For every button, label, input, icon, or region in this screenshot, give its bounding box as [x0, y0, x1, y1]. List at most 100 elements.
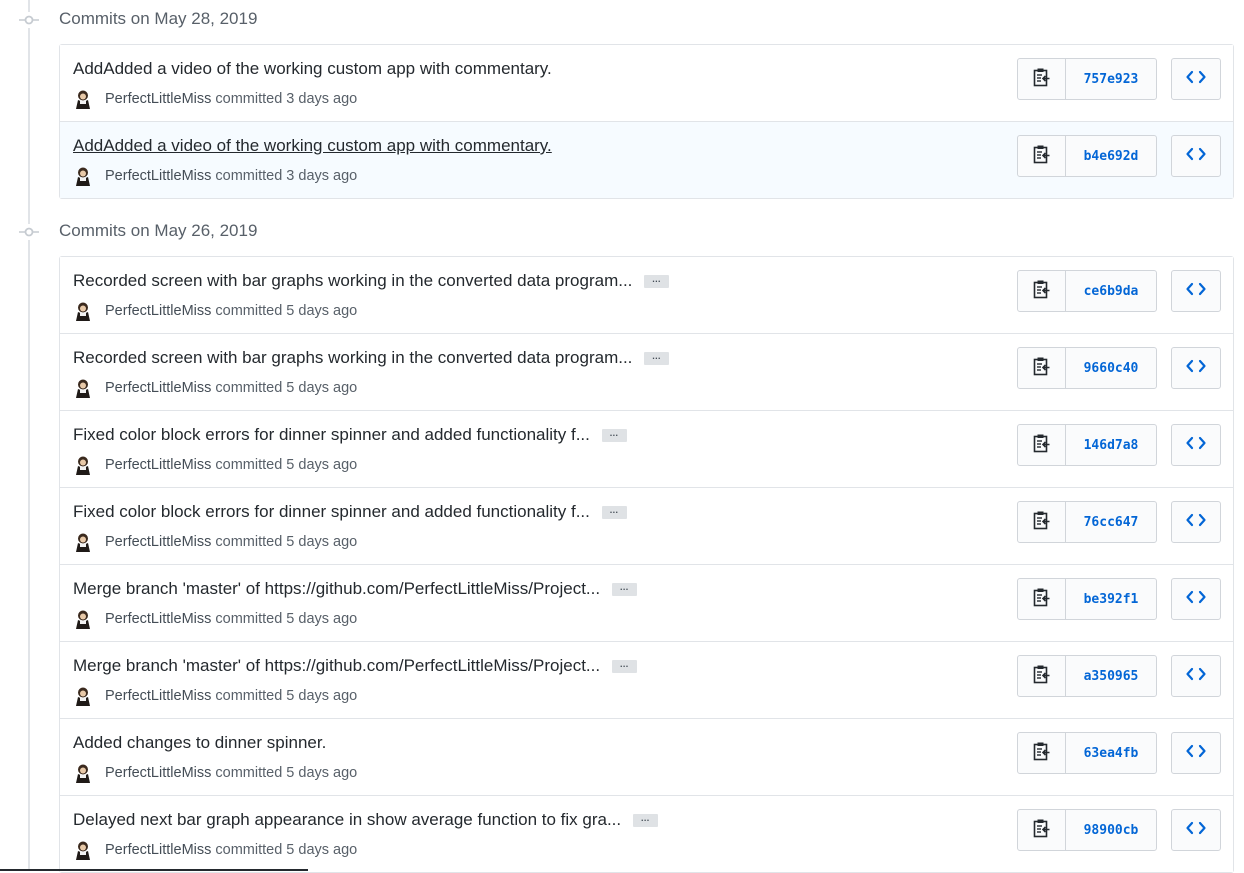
expand-message-button[interactable]: … — [644, 351, 670, 365]
browse-repo-button[interactable] — [1171, 578, 1221, 620]
group-title: Commits on May 28, 2019 — [59, 9, 258, 28]
group-title: Commits on May 26, 2019 — [59, 221, 258, 240]
copy-sha-button[interactable] — [1018, 425, 1066, 465]
avatar-icon[interactable] — [73, 686, 93, 706]
browse-repo-button[interactable] — [1171, 58, 1221, 100]
commit-action: committed — [215, 457, 283, 473]
commit-sha-link[interactable]: 9660c40 — [1066, 348, 1156, 388]
commit-row: Fixed color block errors for dinner spin… — [60, 487, 1233, 564]
commit-sha-link[interactable]: 98900cb — [1066, 810, 1156, 850]
commit-time: 5 days ago — [286, 688, 358, 704]
browse-repo-button[interactable] — [1171, 347, 1221, 389]
commit-sha-link[interactable]: 63ea4fb — [1066, 733, 1156, 773]
clippy-icon — [1033, 510, 1051, 535]
sha-button-group: 98900cb — [1017, 809, 1157, 851]
commit-author[interactable]: PerfectLittleMiss — [105, 688, 211, 704]
clippy-icon — [1033, 664, 1051, 689]
commit-meta: PerfectLittleMiss committed 5 days ago — [73, 840, 357, 860]
sha-button-group: 9660c40 — [1017, 347, 1157, 389]
commit-author[interactable]: PerfectLittleMiss — [105, 91, 211, 107]
expand-message-button[interactable]: … — [612, 582, 638, 596]
avatar-icon[interactable] — [73, 89, 93, 109]
avatar-icon[interactable] — [73, 166, 93, 186]
commit-message-link[interactable]: AddAdded a video of the working custom a… — [73, 59, 552, 79]
commit-row: Merge branch 'master' of https://github.… — [60, 641, 1233, 718]
browse-repo-button[interactable] — [1171, 501, 1221, 543]
commit-message-link[interactable]: Merge branch 'master' of https://github.… — [73, 579, 600, 599]
commit-author[interactable]: PerfectLittleMiss — [105, 303, 211, 319]
commit-row: Delayed next bar graph appearance in sho… — [60, 795, 1233, 872]
copy-sha-button[interactable] — [1018, 656, 1066, 696]
commit-author[interactable]: PerfectLittleMiss — [105, 534, 211, 550]
commit-message-link[interactable]: Fixed color block errors for dinner spin… — [73, 502, 590, 522]
browse-repo-button[interactable] — [1171, 732, 1221, 774]
commit-message-link[interactable]: Recorded screen with bar graphs working … — [73, 348, 632, 368]
expand-message-button[interactable]: … — [601, 505, 627, 519]
avatar-icon[interactable] — [73, 532, 93, 552]
copy-sha-button[interactable] — [1018, 579, 1066, 619]
code-icon — [1186, 147, 1206, 166]
copy-sha-button[interactable] — [1018, 733, 1066, 773]
commit-author[interactable]: PerfectLittleMiss — [105, 168, 211, 184]
commit-time: 3 days ago — [286, 91, 358, 107]
avatar-icon[interactable] — [73, 301, 93, 321]
commit-sha-link[interactable]: be392f1 — [1066, 579, 1156, 619]
commit-author[interactable]: PerfectLittleMiss — [105, 380, 211, 396]
expand-message-button[interactable]: … — [644, 274, 670, 288]
copy-sha-button[interactable] — [1018, 136, 1066, 176]
copy-sha-button[interactable] — [1018, 502, 1066, 542]
commit-message-link[interactable]: Delayed next bar graph appearance in sho… — [73, 810, 621, 830]
browse-repo-button[interactable] — [1171, 424, 1221, 466]
commit-sha-link[interactable]: ce6b9da — [1066, 271, 1156, 311]
commit-meta: PerfectLittleMiss committed 5 days ago — [73, 532, 357, 552]
avatar-icon[interactable] — [73, 455, 93, 475]
commit-message-link[interactable]: Merge branch 'master' of https://github.… — [73, 656, 600, 676]
commit-message-link[interactable]: Recorded screen with bar graphs working … — [73, 271, 632, 291]
commit-sha-link[interactable]: 757e923 — [1066, 59, 1156, 99]
commit-sha-link[interactable]: 146d7a8 — [1066, 425, 1156, 465]
sha-button-group: ce6b9da — [1017, 270, 1157, 312]
commit-author[interactable]: PerfectLittleMiss — [105, 842, 211, 858]
sha-button-group: 63ea4fb — [1017, 732, 1157, 774]
browse-repo-button[interactable] — [1171, 135, 1221, 177]
commit-title-row: Recorded screen with bar graphs working … — [73, 348, 670, 368]
commit-meta: PerfectLittleMiss committed 5 days ago — [73, 301, 357, 321]
commit-author[interactable]: PerfectLittleMiss — [105, 611, 211, 627]
avatar-icon[interactable] — [73, 609, 93, 629]
group-header: Commits on May 26, 2019 — [0, 212, 1244, 256]
expand-message-button[interactable]: … — [633, 813, 659, 827]
browse-repo-button[interactable] — [1171, 655, 1221, 697]
avatar-icon[interactable] — [73, 763, 93, 783]
commit-meta: PerfectLittleMiss committed 5 days ago — [73, 763, 357, 783]
commit-action: committed — [215, 380, 283, 396]
commit-meta: PerfectLittleMiss committed 5 days ago — [73, 455, 357, 475]
commit-message-link[interactable]: AddAdded a video of the working custom a… — [73, 136, 552, 156]
commit-group: Commits on May 26, 2019 Recorded screen w… — [0, 212, 1244, 873]
avatar-icon[interactable] — [73, 840, 93, 860]
sha-button-group: a350965 — [1017, 655, 1157, 697]
clippy-icon — [1033, 279, 1051, 304]
browse-repo-button[interactable] — [1171, 270, 1221, 312]
browse-repo-button[interactable] — [1171, 809, 1221, 851]
copy-sha-button[interactable] — [1018, 348, 1066, 388]
commit-time: 5 days ago — [286, 457, 358, 473]
commit-sha-link[interactable]: b4e692d — [1066, 136, 1156, 176]
copy-sha-button[interactable] — [1018, 271, 1066, 311]
copy-sha-button[interactable] — [1018, 59, 1066, 99]
commit-author[interactable]: PerfectLittleMiss — [105, 765, 211, 781]
commit-meta: PerfectLittleMiss committed 5 days ago — [73, 609, 357, 629]
commit-title-row: Merge branch 'master' of https://github.… — [73, 656, 638, 676]
expand-message-button[interactable]: … — [612, 659, 638, 673]
code-icon — [1186, 282, 1206, 301]
copy-sha-button[interactable] — [1018, 810, 1066, 850]
avatar-icon[interactable] — [73, 378, 93, 398]
commit-message-link[interactable]: Added changes to dinner spinner. — [73, 733, 326, 753]
commit-sha-link[interactable]: a350965 — [1066, 656, 1156, 696]
commit-title-row: Delayed next bar graph appearance in sho… — [73, 810, 659, 830]
commit-sha-link[interactable]: 76cc647 — [1066, 502, 1156, 542]
expand-message-button[interactable]: … — [601, 428, 627, 442]
code-icon — [1186, 590, 1206, 609]
commit-author[interactable]: PerfectLittleMiss — [105, 457, 211, 473]
commit-message-link[interactable]: Fixed color block errors for dinner spin… — [73, 425, 590, 445]
